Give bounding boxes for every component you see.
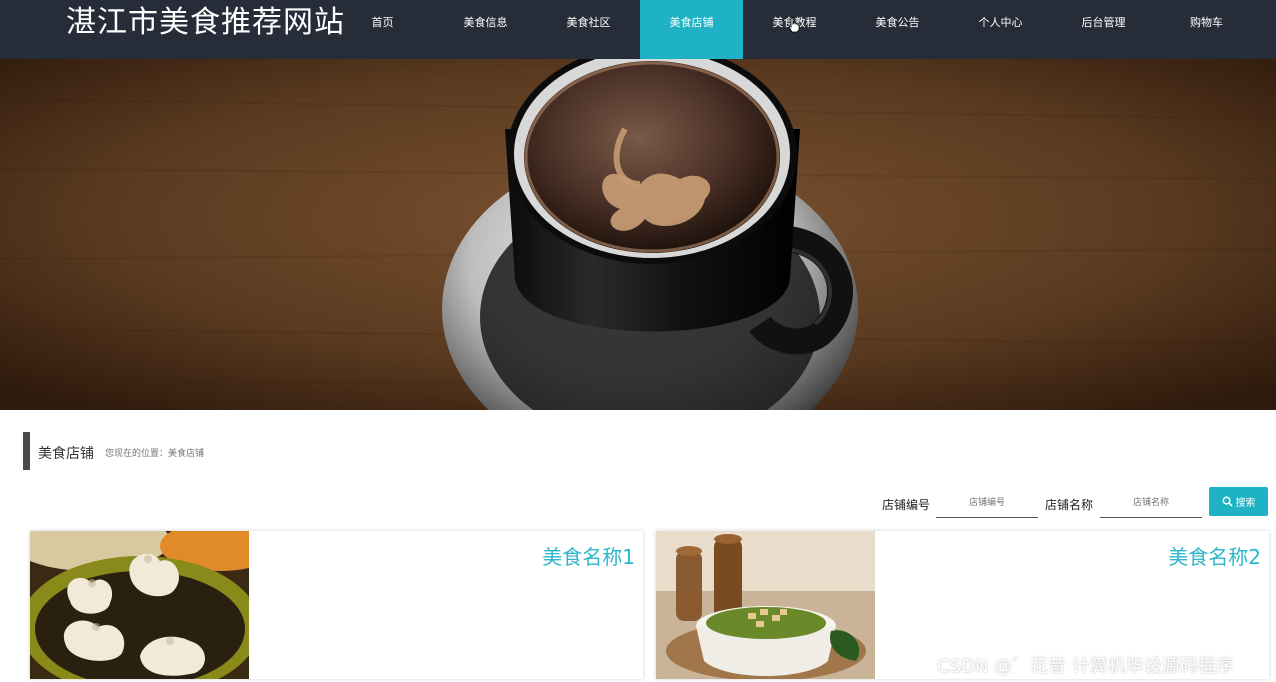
search-icon xyxy=(1222,496,1233,507)
shop-id-input[interactable] xyxy=(936,489,1038,518)
shop-name-label: 店铺名称 xyxy=(1045,498,1094,512)
coffee-cup-image xyxy=(0,59,1276,410)
top-header: 湛江市美食推荐网站 首页 美食信息 美食社区 美食店铺 美食教程 美食公告 个人… xyxy=(0,0,1276,59)
shop-card[interactable]: 美食名称1 xyxy=(30,531,643,679)
nav-item-food-shops[interactable]: 美食店铺 xyxy=(640,0,743,59)
nav-item-food-announcements[interactable]: 美食公告 xyxy=(846,0,949,59)
food-name[interactable]: 美食名称2 xyxy=(1168,541,1261,570)
soup-bowl-photo[interactable] xyxy=(656,531,875,679)
nav-item-admin[interactable]: 后台管理 xyxy=(1052,0,1155,59)
section-title: 美食店铺 xyxy=(38,446,94,462)
search-button-label: 搜索 xyxy=(1235,498,1256,509)
section-accent-bar xyxy=(23,432,30,470)
dumplings-photo[interactable] xyxy=(30,531,249,679)
shop-id-label: 店铺编号 xyxy=(882,498,931,512)
shop-name-input[interactable] xyxy=(1100,489,1202,518)
breadcrumb: 您现在的位置：美食店铺 xyxy=(105,449,205,459)
watermark-text: CSDN @゛花昔 计算机毕设源码程序 xyxy=(937,656,1234,677)
hand-cursor-icon xyxy=(788,17,800,33)
nav-item-personal-center[interactable]: 个人中心 xyxy=(949,0,1052,59)
site-title[interactable]: 湛江市美食推荐网站 xyxy=(66,4,345,42)
nav-item-cart[interactable]: 购物车 xyxy=(1155,0,1258,59)
food-name[interactable]: 美食名称1 xyxy=(542,541,635,570)
nav-item-home[interactable]: 首页 xyxy=(331,0,434,59)
nav-item-food-info[interactable]: 美食信息 xyxy=(434,0,537,59)
search-button[interactable]: 搜索 xyxy=(1209,487,1268,516)
nav-item-food-community[interactable]: 美食社区 xyxy=(537,0,640,59)
hero-banner xyxy=(0,59,1276,410)
